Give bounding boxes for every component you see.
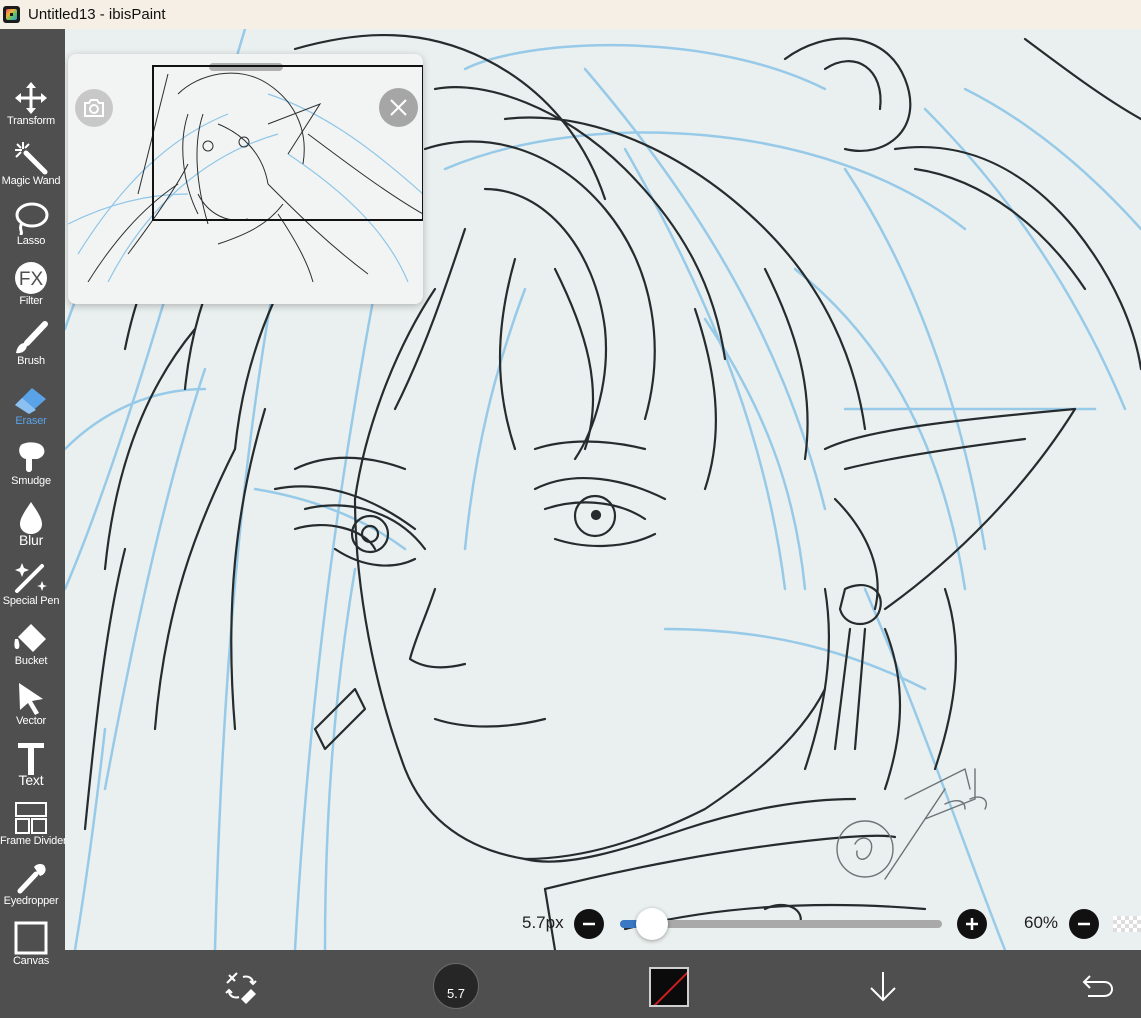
tool-canvas[interactable]: Canvas [0,918,62,978]
tool-label-canvas: Canvas [12,955,50,967]
close-icon[interactable] [379,88,418,127]
tool-label-brush: Brush [17,355,45,367]
canvas-square-icon [14,921,48,955]
sparkle-pen-icon [15,563,47,593]
title-bar: Untitled13 - ibisPaint [0,0,1141,29]
tool-magic-wand[interactable]: Magic Wand [0,138,62,198]
tool-smudge[interactable]: Smudge [0,438,62,498]
eraser-icon [15,388,46,414]
brush-size-indicator-value: 5.7 [446,986,466,1001]
tool-label-frame-divider: Frame Divider [0,835,67,847]
opacity-decrease-button[interactable] [1069,909,1099,939]
tool-label-transform: Transform [7,115,55,127]
lasso-icon [15,202,49,235]
plus-icon [966,918,978,930]
minus-icon [1078,922,1090,926]
navigator-thumbnail[interactable] [68,54,423,282]
tool-special-pen[interactable]: Special Pen [0,558,62,618]
navigator-panel[interactable] [68,54,423,304]
brush-icon [16,321,48,354]
tool-frame-divider[interactable]: Frame Divider [0,798,67,858]
brush-size-decrease-button[interactable] [574,909,604,939]
tool-label-smudge: Smudge [11,475,51,487]
text-t-icon [18,743,44,775]
magic-wand-icon [15,142,48,175]
tool-transform[interactable]: Transform [0,78,62,138]
fx-icon: FX [15,262,47,294]
undo-icon[interactable] [1080,970,1116,1000]
frame-divider-icon [15,802,47,834]
cursor-arrow-icon [19,683,43,715]
tool-label-special-pen: Special Pen [2,595,60,607]
minus-icon [583,922,595,926]
window-title: Untitled13 - ibisPaint [28,6,166,23]
tool-label-eraser: Eraser [15,415,47,427]
ibispaint-logo-icon [3,6,20,23]
tool-label-filter: Filter [19,295,43,307]
eyedropper-icon [17,864,46,894]
smudge-icon [19,442,45,472]
tool-label-lasso: Lasso [16,235,46,247]
tool-label-text: Text [18,772,44,788]
drop-icon [20,502,42,534]
tool-label-vector: Vector [16,715,46,727]
camera-icon[interactable] [75,89,113,127]
brush-size-increase-button[interactable] [957,909,987,939]
tool-label-bucket: Bucket [14,655,48,667]
color-swatch[interactable] [649,967,689,1007]
tool-bucket[interactable]: Bucket [0,618,62,678]
tool-brush[interactable]: Brush [0,318,62,378]
brush-size-indicator[interactable]: 5.7 [433,963,479,1009]
tool-lasso[interactable]: Lasso [0,198,62,258]
swap-tool-icon[interactable] [223,969,259,1005]
tool-filter[interactable]: FX Filter [0,258,62,318]
svg-text:FX: FX [19,269,44,290]
tool-blur[interactable]: Blur [0,498,62,558]
down-arrow-icon[interactable] [865,968,901,1004]
tool-eyedropper[interactable]: Eyedropper [0,858,62,918]
opacity-readout: 60% [1024,913,1059,932]
tool-label-magic-wand: Magic Wand [1,175,61,187]
tool-label-eyedropper: Eyedropper [3,895,59,907]
brush-size-readout: 5.7px [522,913,564,932]
tool-vector[interactable]: Vector [0,678,62,738]
tool-eraser[interactable]: Eraser [0,378,62,438]
tool-label-blur: Blur [18,532,44,548]
opacity-checker-preview [1113,916,1141,932]
drawing-canvas[interactable] [65,29,1141,950]
brush-size-slider-thumb[interactable] [636,908,668,940]
brush-size-slider[interactable] [620,920,942,928]
move-arrows-icon [15,82,47,114]
tool-bar: Transform Magic Wand Lasso FX Filter Bru… [0,29,67,1018]
bottom-bar: 5.7 [65,950,1141,1018]
tool-text[interactable]: Text [0,738,62,798]
bucket-icon [14,624,46,652]
